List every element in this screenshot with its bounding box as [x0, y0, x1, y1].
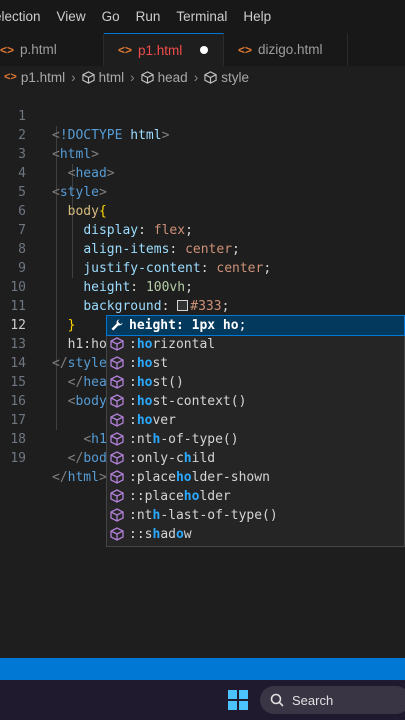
breadcrumb-file[interactable]: p1.html [21, 70, 65, 85]
suggestion-item[interactable]: height: 1px ho; [106, 315, 405, 336]
suggestion-item[interactable]: :placeholder-shown [107, 468, 404, 487]
taskbar-search-button[interactable]: Search [260, 686, 405, 714]
search-label: Search [292, 692, 334, 708]
cube-icon [110, 394, 124, 408]
chevron-right-icon: › [130, 69, 135, 85]
cube-icon [110, 356, 124, 370]
suggestion-item[interactable]: :host() [107, 373, 404, 392]
editor-tabs: <> p.html <> p1.html <> dizigo.html [0, 33, 405, 66]
html-file-icon: <> [4, 71, 17, 83]
cube-icon [141, 70, 154, 84]
code-line: 10 background: #333; [0, 259, 405, 314]
cube-icon [110, 413, 124, 427]
menu-go[interactable]: Go [94, 9, 128, 24]
code-line: 11 } [0, 278, 405, 333]
tab-p1-html[interactable]: <> p1.html [104, 33, 224, 66]
html-file-icon: <> [238, 42, 253, 57]
windows-start-icon[interactable] [228, 690, 248, 710]
chevron-right-icon: › [71, 69, 76, 85]
code-line: 9 height: 100vh; [0, 240, 405, 295]
code-line: 3 <head> [0, 126, 405, 181]
code-token: html [67, 470, 99, 485]
search-icon [270, 693, 284, 707]
suggestion-item[interactable]: :host-context() [107, 392, 404, 411]
cube-icon [110, 508, 124, 522]
breadcrumb: <> p1.html › html › head › style [0, 66, 405, 88]
suggestion-item[interactable]: :nth-of-type() [107, 430, 404, 449]
tab-p-html[interactable]: <> p.html [0, 33, 104, 66]
suggestion-item[interactable]: ::placeholder [107, 487, 404, 506]
suggestion-item[interactable]: :only-child [107, 449, 404, 468]
tab-dizigo-html[interactable]: <> dizigo.html [224, 33, 348, 66]
cube-icon [82, 70, 95, 84]
code-line: 4 <style> [0, 145, 405, 200]
chevron-right-icon: › [193, 69, 199, 85]
line-number: 19 [10, 451, 26, 466]
cube-icon [110, 451, 124, 465]
unsaved-dot-icon[interactable] [200, 46, 209, 54]
menu-bar: election View Go Run Terminal Help [0, 0, 405, 33]
menu-help[interactable]: Help [235, 9, 279, 24]
cube-icon [110, 489, 124, 503]
html-file-icon: <> [0, 42, 15, 57]
cube-icon [110, 470, 124, 484]
menu-view[interactable]: View [49, 9, 94, 24]
autocomplete-dropdown: height: 1px ho; :horizontal :host :host(… [106, 315, 405, 547]
menu-run[interactable]: Run [128, 9, 169, 24]
cube-icon [110, 432, 124, 446]
code-line: 8 justify-content: center; [0, 221, 405, 276]
status-bar [0, 658, 405, 680]
tab-label: p.html [20, 42, 57, 57]
suggestion-item[interactable]: :hover [107, 411, 404, 430]
code-line-current: 12 h1:ho [0, 297, 405, 352]
suggestion-item[interactable]: :host [107, 354, 404, 373]
code-line: 5 body{ [0, 164, 405, 219]
wrench-icon [111, 319, 123, 331]
cube-icon [110, 337, 124, 351]
cube-icon [110, 527, 124, 541]
code-line: 7 align-items: center; [0, 202, 405, 257]
tab-label: p1.html [138, 42, 183, 58]
suggestion-item[interactable]: ::shadow [107, 525, 404, 544]
breadcrumb-head[interactable]: head [158, 70, 188, 85]
tab-label: dizigo.html [258, 42, 323, 57]
html-file-icon: <> [118, 43, 133, 57]
suggestion-item[interactable]: :horizontal [107, 335, 404, 354]
breadcrumb-html[interactable]: html [99, 70, 125, 85]
menu-selection[interactable]: election [0, 9, 49, 24]
code-token: bod [83, 451, 107, 466]
menu-terminal[interactable]: Terminal [168, 9, 235, 24]
suggestion-item[interactable]: :nth-last-of-type() [107, 506, 404, 525]
code-line: 1 <!DOCTYPE html> [0, 88, 405, 143]
code-line: 2 <html> [0, 107, 405, 162]
cube-icon [110, 375, 124, 389]
cube-icon [204, 70, 217, 84]
breadcrumb-style[interactable]: style [221, 70, 249, 85]
code-line: 6 display: flex; [0, 183, 405, 238]
